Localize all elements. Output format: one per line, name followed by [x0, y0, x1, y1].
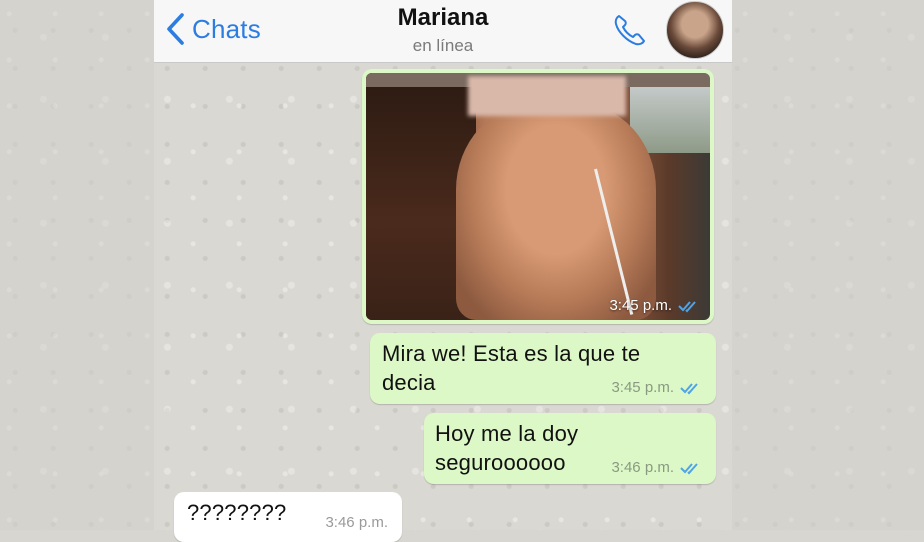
message-time: 3:45 p.m. — [611, 379, 674, 396]
message-time: 3:46 p.m. — [325, 514, 388, 531]
message-meta: 3:46 p.m. — [611, 459, 704, 476]
photo-blur-censor — [468, 76, 626, 116]
chat-screen: Chats Mariana en línea 3:45 p.m. Mira we… — [154, 0, 732, 542]
message-line: seguroooooo — [435, 450, 566, 475]
chat-header: Chats Mariana en línea — [154, 0, 732, 63]
message-text: ???????? — [187, 500, 287, 525]
phone-icon[interactable] — [610, 10, 650, 50]
double-check-icon — [680, 382, 698, 394]
message-time: 3:46 p.m. — [611, 459, 674, 476]
outgoing-message[interactable]: Hoy me la doy seguroooooo 3:46 p.m. — [424, 413, 716, 484]
background-left — [0, 0, 154, 530]
shared-photo[interactable]: 3:45 p.m. — [366, 73, 710, 320]
message-text: Mira we! Esta es la que te decia — [382, 339, 640, 397]
incoming-message[interactable]: ???????? 3:46 p.m. — [174, 492, 402, 542]
outgoing-message[interactable]: Mira we! Esta es la que te decia 3:45 p.… — [370, 333, 716, 404]
message-line: Hoy me la doy — [435, 421, 579, 446]
double-check-icon — [680, 462, 698, 474]
background-right — [732, 0, 924, 530]
message-line: decia — [382, 370, 436, 395]
message-line: Mira we! Esta es la que te — [382, 341, 641, 366]
message-text: Hoy me la doy seguroooooo — [435, 419, 578, 477]
contact-avatar[interactable] — [666, 1, 724, 59]
message-meta: 3:45 p.m. — [611, 379, 704, 396]
message-meta: 3:46 p.m. — [325, 514, 388, 531]
message-time: 3:45 p.m. — [609, 297, 672, 314]
double-check-icon — [678, 300, 696, 312]
image-message[interactable]: 3:45 p.m. — [362, 69, 714, 324]
message-meta: 3:45 p.m. — [609, 297, 702, 314]
